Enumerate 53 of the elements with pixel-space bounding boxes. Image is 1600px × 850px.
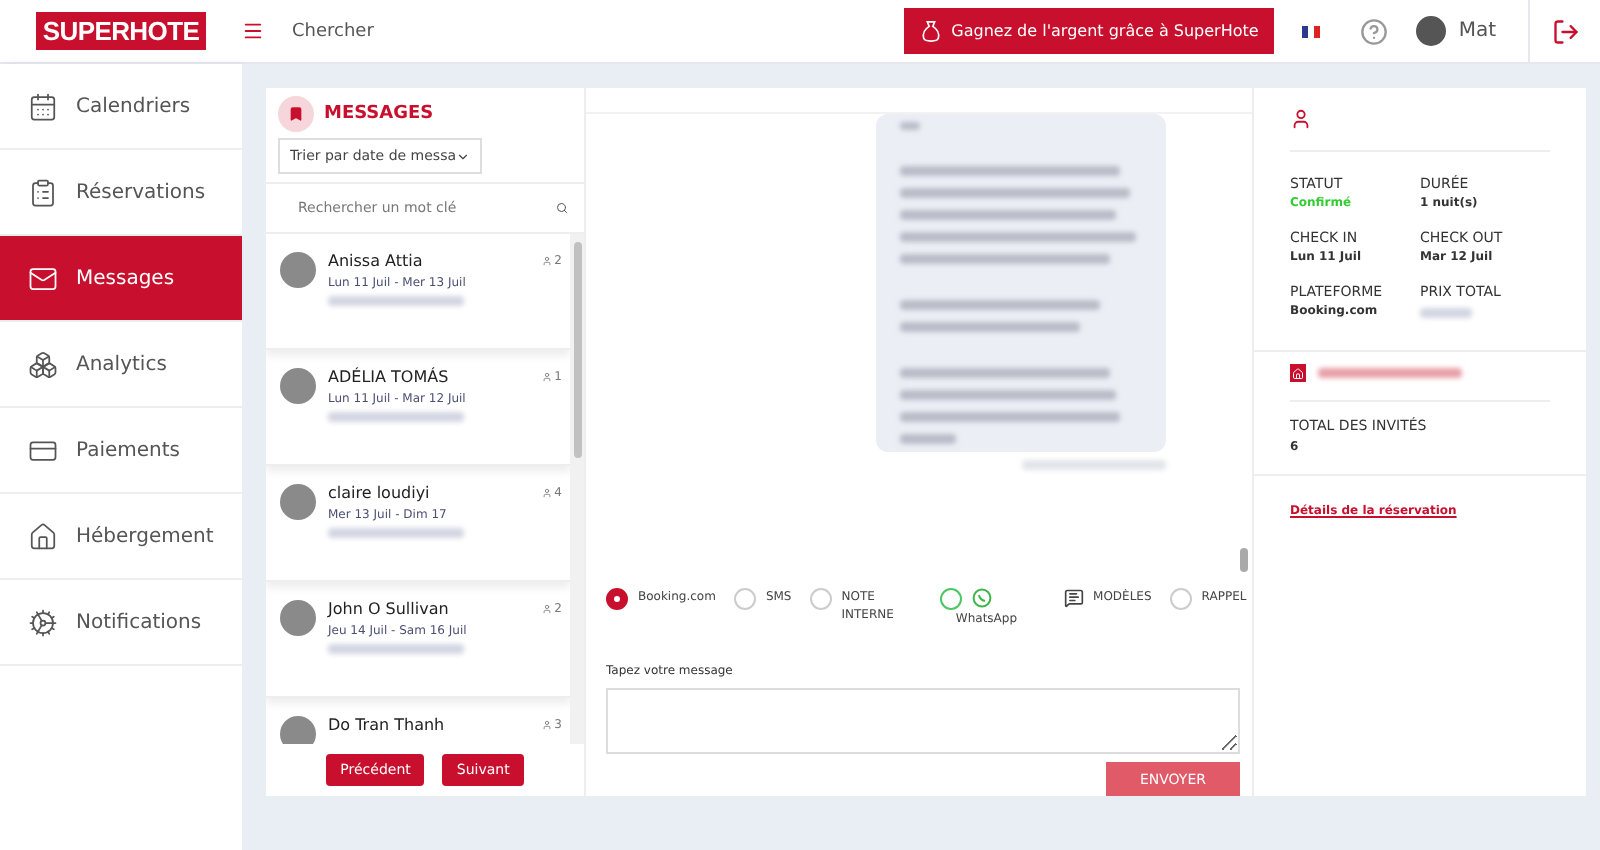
promo-button[interactable]: Gagnez de l'argent grâce à SuperHote (903, 8, 1275, 54)
template-icon (1063, 588, 1084, 608)
avatar (280, 484, 316, 520)
sidebar-item[interactable]: Réservations (0, 150, 242, 236)
guest-name: ADÉLIA TOMÁS (328, 368, 451, 386)
help-icon[interactable] (1360, 17, 1389, 45)
blurred-text (1420, 308, 1472, 318)
logo: SUPERHOTE (36, 12, 206, 50)
blurred-text (328, 644, 464, 654)
radio-button[interactable] (606, 588, 628, 610)
sidebar-item[interactable]: Paiements (0, 408, 242, 494)
sidebar-item[interactable]: Messages (0, 236, 242, 322)
messages-icon (278, 96, 314, 132)
search-icon (556, 202, 568, 214)
message-field[interactable] (606, 688, 1240, 754)
blurred-text (1318, 368, 1462, 378)
blurred-text (328, 296, 464, 306)
sidebar-item[interactable]: Calendriers (0, 64, 242, 150)
sidebar-icon (28, 607, 58, 637)
sidebar-icon (28, 177, 58, 207)
sidebar-item[interactable]: Notifications (0, 580, 242, 666)
search-link[interactable]: Chercher (292, 21, 374, 41)
whatsapp-icon (971, 588, 992, 608)
blurred-timestamp (1022, 460, 1166, 470)
caret-icon (456, 149, 470, 163)
user-name[interactable]: Mat (1458, 20, 1496, 42)
scrollbar-thumb[interactable] (1240, 548, 1248, 572)
menu-icon[interactable] (242, 20, 264, 42)
sidebar-item[interactable]: Hébergement (0, 494, 242, 580)
guest-name: claire loudiyi (328, 484, 432, 502)
person-icon (1290, 108, 1312, 130)
scrollbar-thumb[interactable] (573, 242, 581, 458)
money-bag-icon (919, 20, 942, 42)
logout-icon[interactable] (1551, 17, 1579, 45)
sidebar-icon (28, 91, 58, 121)
avatar (280, 368, 316, 404)
sidebar-icon (28, 263, 58, 293)
avatar (280, 600, 316, 636)
sidebar-icon (28, 435, 58, 465)
sidebar-item[interactable]: Analytics (0, 322, 242, 408)
avatar (280, 716, 316, 744)
blurred-text (328, 412, 464, 422)
guest-name: Do Tran Thanh (328, 716, 447, 734)
flag-icon[interactable] (1302, 25, 1321, 37)
avatar (280, 252, 316, 288)
avatar[interactable] (1416, 16, 1447, 46)
guest-name: John O Sullivan (328, 600, 451, 618)
sidebar-icon (28, 349, 58, 379)
sidebar-icon (28, 521, 58, 551)
blurred-text (328, 528, 464, 538)
panel-title: MESSAGES (324, 104, 434, 124)
radio-button[interactable] (939, 588, 962, 610)
guest-name: Anissa Attia (328, 252, 425, 270)
